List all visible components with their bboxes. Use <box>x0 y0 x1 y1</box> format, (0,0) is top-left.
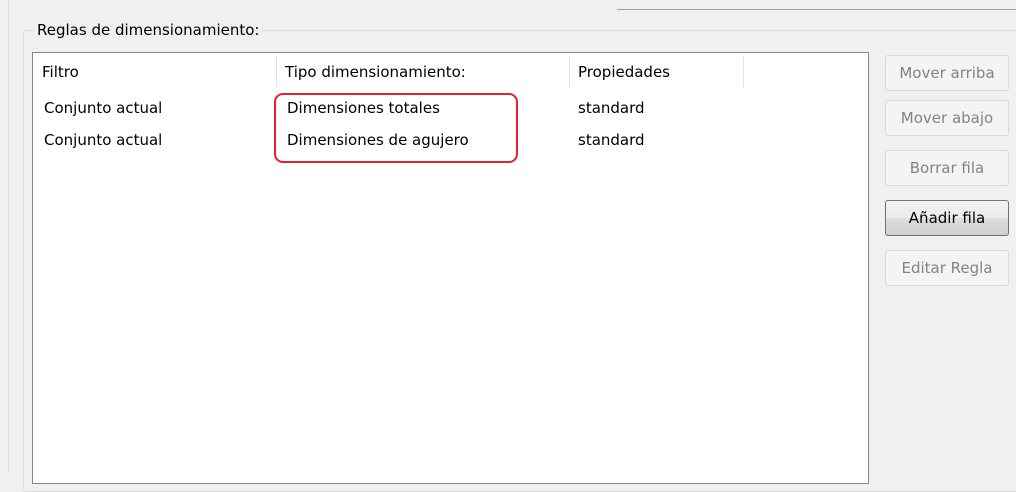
table-header: Filtro Tipo dimensionamiento: Propiedade… <box>33 53 868 91</box>
add-row-button[interactable]: Añadir fila <box>885 200 1009 236</box>
column-header-properties[interactable]: Propiedades <box>569 53 743 91</box>
edit-rule-button[interactable]: Editar Regla <box>885 250 1009 286</box>
column-separator[interactable] <box>569 56 570 88</box>
cell-properties: standard <box>578 131 645 149</box>
cell-sizing-type: Dimensiones totales <box>287 99 440 117</box>
column-header-sizing-type[interactable]: Tipo dimensionamiento: <box>276 53 569 91</box>
top-separator-line <box>617 9 1016 10</box>
sizing-rules-table[interactable]: Filtro Tipo dimensionamiento: Propiedade… <box>32 52 869 484</box>
column-separator[interactable] <box>743 56 744 88</box>
cell-filter: Conjunto actual <box>44 131 163 149</box>
left-window-edge <box>0 0 9 471</box>
table-row[interactable]: Conjunto actual Dimensiones de agujero s… <box>33 125 868 155</box>
cell-filter: Conjunto actual <box>44 99 163 117</box>
column-header-empty[interactable] <box>743 53 868 91</box>
move-down-button[interactable]: Mover abajo <box>885 100 1009 136</box>
move-up-button[interactable]: Mover arriba <box>885 55 1009 91</box>
cell-sizing-type: Dimensiones de agujero <box>287 131 469 149</box>
column-separator[interactable] <box>276 56 277 88</box>
table-row[interactable]: Conjunto actual Dimensiones totales stan… <box>33 93 868 123</box>
group-title: Reglas de dimensionamiento: <box>34 20 263 40</box>
cell-properties: standard <box>578 99 645 117</box>
column-header-filter[interactable]: Filtro <box>33 53 276 91</box>
delete-row-button[interactable]: Borrar fila <box>885 150 1009 186</box>
